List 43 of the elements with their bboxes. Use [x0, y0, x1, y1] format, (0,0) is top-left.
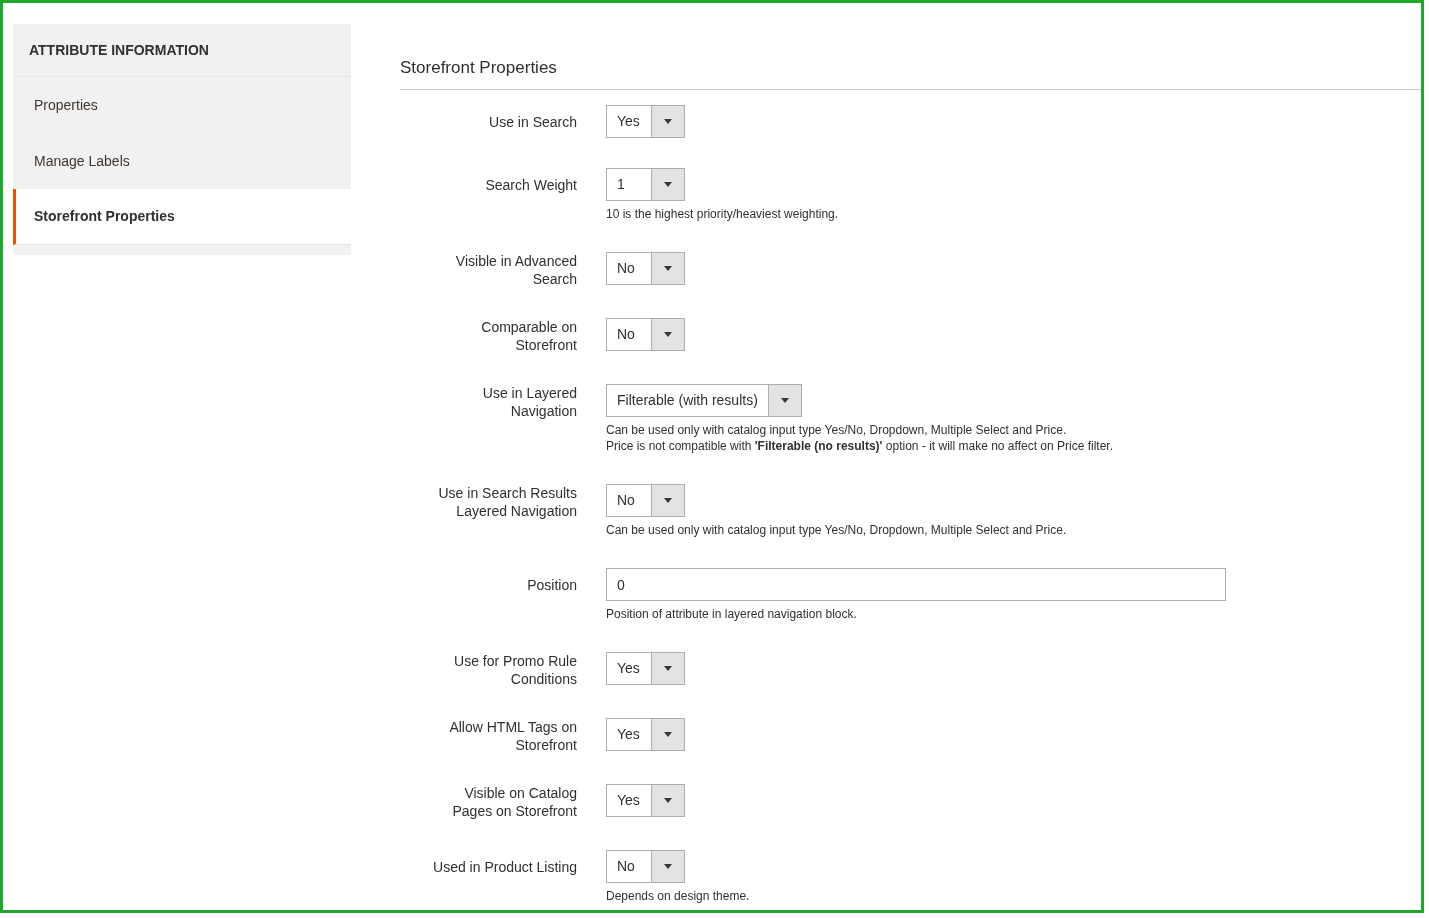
field-note: Depends on design theme.	[606, 888, 750, 904]
dropdown[interactable]: No	[606, 484, 685, 517]
field-note: Position of attribute in layered navigation block.	[606, 606, 858, 622]
caret-icon	[664, 798, 672, 803]
caret-icon	[664, 732, 672, 737]
dropdown[interactable]: Yes	[606, 105, 685, 138]
dropdown[interactable]: 1	[606, 168, 685, 201]
input-field[interactable]: 0	[606, 568, 1226, 601]
caret-icon	[664, 182, 672, 187]
field-label: Search Weight	[484, 175, 577, 195]
field-label: Used in Product Listing	[432, 857, 577, 877]
section-title: Storefront Properties	[400, 57, 557, 79]
field-label: Comparable on Storefront	[480, 318, 577, 354]
field-label: Use in Layered Navigation	[481, 384, 577, 420]
sidebar-tab[interactable]: Manage Labels	[13, 133, 351, 189]
caret-icon	[664, 498, 672, 503]
dropdown[interactable]: No	[606, 318, 685, 351]
caret-icon	[664, 266, 672, 271]
sidebar-tab[interactable]: Storefront Properties	[13, 189, 351, 245]
caret-icon	[664, 864, 672, 869]
caret-icon	[780, 398, 789, 403]
field-label: Visible on Catalog Pages on Storefront	[451, 784, 577, 820]
field-note: Can be used only with catalog input type Yes/No, Dropdown, Multiple Select and Price.	[606, 522, 1067, 538]
field-label: Use in Search	[488, 112, 577, 132]
caret-icon	[664, 332, 672, 337]
field-note: Price is not compatible with 'Filterable (no results)' option - it will make no affect on Price filter.	[606, 438, 1114, 454]
caret-icon	[664, 119, 672, 124]
field-label: Use in Search Results Layered Navigation	[437, 484, 577, 520]
field-label: Visible in Advanced Search	[454, 252, 577, 288]
dropdown[interactable]: Yes	[606, 718, 685, 751]
field-label: Allow HTML Tags on Storefront	[448, 718, 577, 754]
dropdown[interactable]: Yes	[606, 784, 685, 817]
caret-icon	[664, 666, 672, 671]
field-label: Use for Promo Rule Conditions	[453, 652, 577, 688]
dropdown[interactable]: Yes	[606, 652, 685, 685]
field-label: Position	[526, 575, 577, 595]
field-note: Can be used only with catalog input type Yes/No, Dropdown, Multiple Select and Price.	[606, 422, 1068, 438]
sidebar-heading: ATTRIBUTE INFORMATION	[29, 40, 209, 60]
dropdown[interactable]: Filterable (with results)	[606, 384, 802, 417]
dropdown[interactable]: No	[606, 850, 685, 883]
dropdown[interactable]: No	[606, 252, 685, 285]
sidebar-tab[interactable]: Properties	[13, 77, 351, 133]
field-note: 10 is the highest priority/heaviest weighting.	[606, 206, 839, 222]
